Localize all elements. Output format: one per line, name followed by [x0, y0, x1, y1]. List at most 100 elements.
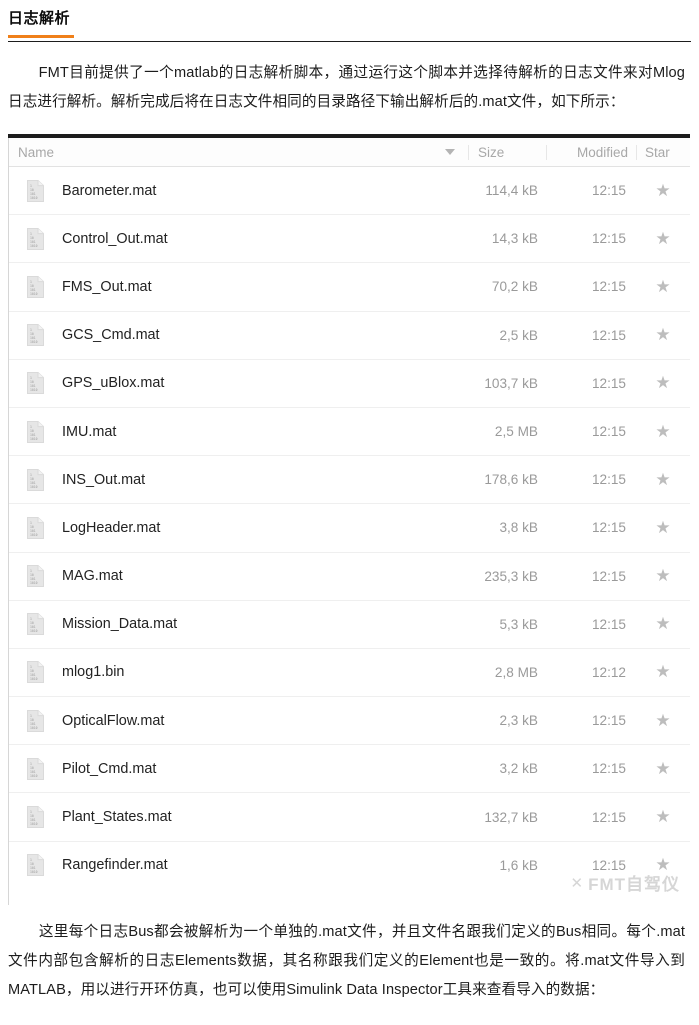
file-name-label: MAG.mat — [62, 568, 123, 585]
star-icon[interactable]: ★ — [655, 278, 670, 295]
file-size-label: 14,3 kB — [491, 231, 538, 247]
file-name-cell[interactable]: 1 10 101 1010 LogHeader.mat — [9, 516, 468, 539]
file-size-label: 1,6 kB — [499, 857, 538, 873]
star-icon[interactable]: ★ — [655, 808, 670, 825]
chevron-down-icon[interactable] — [445, 149, 455, 155]
file-name-cell[interactable]: 1 10 101 1010 GPS_uBlox.mat — [9, 372, 468, 395]
star-cell[interactable]: ★ — [636, 519, 690, 537]
svg-text:1010: 1010 — [30, 774, 38, 778]
file-size-label: 3,2 kB — [499, 761, 538, 777]
file-name-cell[interactable]: 1 10 101 1010 Plant_States.mat — [9, 806, 468, 829]
file-name-cell[interactable]: 1 10 101 1010 Barometer.mat — [9, 179, 468, 202]
star-icon[interactable]: ★ — [655, 374, 670, 391]
svg-text:1010: 1010 — [30, 870, 38, 874]
file-size-label: 5,3 kB — [499, 616, 538, 632]
svg-text:1010: 1010 — [30, 340, 38, 344]
star-cell[interactable]: ★ — [636, 423, 690, 441]
file-modified-label: 12:15 — [591, 231, 626, 247]
star-cell[interactable]: ★ — [636, 663, 690, 681]
table-row[interactable]: 1 10 101 1010 INS_Out.mat 178,6 kB 12:15 ★ — [9, 456, 690, 505]
table-row[interactable]: 1 10 101 1010 IMU.mat 2,5 MB 12:15 ★ — [9, 408, 690, 457]
star-cell[interactable]: ★ — [636, 471, 690, 489]
column-header-star[interactable]: Star — [636, 144, 690, 160]
table-row[interactable]: 1 10 101 1010 Control_Out.mat 14,3 kB 12:15 ★ — [9, 215, 690, 264]
binary-file-icon: 1 10 101 1010 — [27, 806, 44, 829]
table-row[interactable]: 1 10 101 1010 Mission_Data.mat 5,3 kB 12:15 ★ — [9, 601, 690, 649]
table-row[interactable]: 1 10 101 1010 OpticalFlow.mat 2,3 kB 12:15 ★ — [9, 697, 690, 746]
star-icon[interactable]: ★ — [655, 326, 670, 343]
svg-text:1010: 1010 — [30, 292, 38, 296]
svg-text:1010: 1010 — [30, 389, 38, 393]
file-name-cell[interactable]: 1 10 101 1010 GCS_Cmd.mat — [9, 324, 468, 347]
star-icon[interactable]: ★ — [655, 567, 670, 584]
file-browser-body: Name Size Modified Star 1 10 101 1010 Barome… — [8, 138, 690, 905]
table-row[interactable]: 1 10 101 1010 Barometer.mat 114,4 kB 12:15 ★ — [9, 167, 690, 216]
star-cell[interactable]: ★ — [636, 326, 690, 344]
tail-paragraph: 这里每个日志Bus都会被解析为一个单独的.mat文件，并且文件名跟我们定义的Bu… — [0, 905, 699, 1005]
star-cell[interactable]: ★ — [636, 182, 690, 200]
star-icon[interactable]: ★ — [655, 423, 670, 440]
star-cell[interactable]: ★ — [636, 808, 690, 826]
svg-text:1010: 1010 — [30, 581, 38, 585]
file-list[interactable]: 1 10 101 1010 Barometer.mat 114,4 kB 12:15 ★ 1 10… — [9, 167, 690, 905]
file-name-cell[interactable]: 1 10 101 1010 MAG.mat — [9, 565, 468, 588]
star-icon[interactable]: ★ — [655, 519, 670, 536]
file-name-cell[interactable]: 1 10 101 1010 Control_Out.mat — [9, 227, 468, 250]
table-row[interactable]: 1 10 101 1010 GCS_Cmd.mat 2,5 kB 12:15 ★ — [9, 312, 690, 360]
table-row[interactable]: 1 10 101 1010 MAG.mat 235,3 kB 12:15 ★ — [9, 553, 690, 601]
table-row[interactable]: 1 10 101 1010 Plant_States.mat 132,7 kB 12:15 ★ — [9, 793, 690, 842]
binary-file-icon: 1 10 101 1010 — [27, 324, 44, 347]
file-list-header: Name Size Modified Star — [9, 138, 690, 167]
file-name-cell[interactable]: 1 10 101 1010 INS_Out.mat — [9, 468, 468, 491]
svg-text:1010: 1010 — [30, 437, 38, 441]
binary-file-icon: 1 10 101 1010 — [27, 227, 44, 250]
file-name-cell[interactable]: 1 10 101 1010 FMS_Out.mat — [9, 275, 468, 298]
binary-file-icon: 1 10 101 1010 — [27, 420, 44, 443]
column-header-name[interactable]: Name — [9, 145, 468, 160]
file-modified-label: 12:15 — [591, 809, 626, 825]
star-icon[interactable]: ★ — [655, 856, 670, 873]
file-name-cell[interactable]: 1 10 101 1010 Pilot_Cmd.mat — [9, 757, 468, 780]
binary-file-icon: 1 10 101 1010 — [27, 709, 44, 732]
svg-text:1010: 1010 — [30, 485, 38, 489]
svg-text:1010: 1010 — [30, 244, 38, 248]
binary-file-icon: 1 10 101 1010 — [27, 565, 44, 588]
table-row[interactable]: 1 10 101 1010 Rangefinder.mat 1,6 kB 12:15 ★ — [9, 842, 690, 889]
star-cell[interactable]: ★ — [636, 760, 690, 778]
star-icon[interactable]: ★ — [655, 760, 670, 777]
star-icon[interactable]: ★ — [655, 471, 670, 488]
file-modified-label: 12:15 — [591, 616, 626, 632]
star-icon[interactable]: ★ — [655, 182, 670, 199]
table-row[interactable]: 1 10 101 1010 LogHeader.mat 3,8 kB 12:15 ★ — [9, 504, 690, 553]
file-name-label: INS_Out.mat — [62, 471, 146, 488]
star-cell[interactable]: ★ — [636, 278, 690, 296]
column-header-name-label: Name — [18, 144, 55, 160]
file-name-cell[interactable]: 1 10 101 1010 OpticalFlow.mat — [9, 709, 468, 732]
file-name-label: mlog1.bin — [62, 664, 125, 681]
star-cell[interactable]: ★ — [636, 374, 690, 392]
table-row[interactable]: 1 10 101 1010 Pilot_Cmd.mat 3,2 kB 12:15 ★ — [9, 745, 690, 794]
star-cell[interactable]: ★ — [636, 567, 690, 585]
file-name-cell[interactable]: 1 10 101 1010 Mission_Data.mat — [9, 613, 468, 636]
table-row[interactable]: 1 10 101 1010 FMS_Out.mat 70,2 kB 12:15 ★ — [9, 263, 690, 312]
file-name-cell[interactable]: 1 10 101 1010 IMU.mat — [9, 420, 468, 443]
star-cell[interactable]: ★ — [636, 856, 690, 874]
star-cell[interactable]: ★ — [636, 230, 690, 248]
file-name-cell[interactable]: 1 10 101 1010 Rangefinder.mat — [9, 854, 468, 877]
column-header-modified[interactable]: Modified — [546, 144, 636, 160]
star-icon[interactable]: ★ — [655, 663, 670, 680]
star-cell[interactable]: ★ — [636, 615, 690, 633]
star-cell[interactable]: ★ — [636, 712, 690, 730]
column-header-size[interactable]: Size — [468, 144, 546, 160]
table-row[interactable]: 1 10 101 1010 GPS_uBlox.mat 103,7 kB 12:15 ★ — [9, 360, 690, 408]
star-icon[interactable]: ★ — [655, 230, 670, 247]
file-modified-label: 12:15 — [591, 472, 626, 488]
file-name-cell[interactable]: 1 10 101 1010 mlog1.bin — [9, 661, 468, 684]
svg-text:1010: 1010 — [30, 726, 38, 730]
table-row[interactable]: 1 10 101 1010 mlog1.bin 2,8 MB 12:12 ★ — [9, 649, 690, 698]
star-icon[interactable]: ★ — [655, 712, 670, 729]
file-size-label: 2,5 MB — [494, 424, 538, 440]
file-size-label: 235,3 kB — [484, 568, 538, 584]
star-icon[interactable]: ★ — [655, 615, 670, 632]
binary-file-icon: 1 10 101 1010 — [27, 613, 44, 636]
